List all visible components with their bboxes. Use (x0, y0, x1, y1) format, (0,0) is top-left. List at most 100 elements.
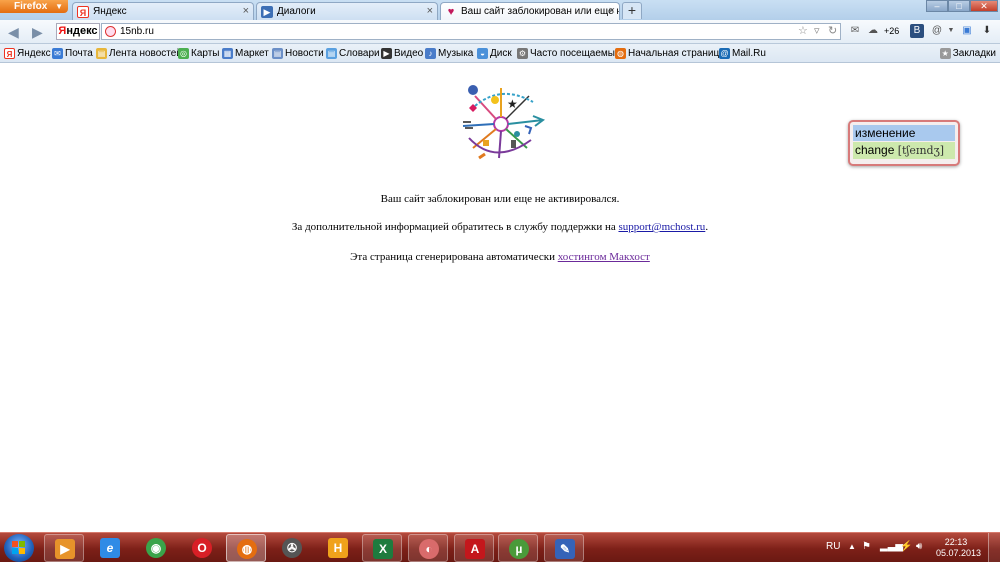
translator-popup[interactable]: изменение change [tʃeɪndʒ] (848, 120, 960, 166)
bookmark-start-page[interactable]: ◍ Начальная страница (615, 47, 725, 61)
disk-icon: ◒ (477, 48, 488, 59)
addon-icon[interactable]: ▣ (960, 24, 974, 38)
bookmark-video[interactable]: ▶ Видео (381, 47, 423, 61)
bookmark-label: Словари (339, 48, 380, 59)
translation-result: change [tʃeɪndʒ] (853, 142, 955, 159)
weather-icon[interactable]: ☁ (866, 24, 880, 38)
bookmark-label: Диск (490, 48, 512, 59)
mail-icon[interactable]: ✉ (848, 24, 862, 38)
bookmark-music[interactable]: ♪ Музыка (425, 47, 473, 61)
at-icon[interactable]: @ (930, 24, 944, 38)
forward-button[interactable]: ▶ (32, 24, 43, 40)
blocked-message: Ваш сайт заблокирован или еще не активир… (380, 193, 620, 205)
bookmark-label: Часто посещаемые (530, 48, 621, 59)
close-icon[interactable]: × (243, 3, 249, 20)
taskbar-firefox[interactable]: ◍ (226, 534, 266, 562)
maximize-button[interactable]: □ (948, 0, 970, 12)
yandex-search-badge[interactable]: Яндекс (56, 23, 100, 40)
heart-icon: ♥ (447, 6, 455, 18)
url-text: 15nb.ru (120, 26, 154, 37)
start-button[interactable] (4, 534, 34, 562)
bookmark-market[interactable]: ▦ Маркет (222, 47, 269, 61)
translation-source-word: изменение (853, 125, 955, 141)
download-icon[interactable]: ⬇ (980, 24, 994, 38)
taskbar-opera[interactable]: O (182, 534, 222, 562)
bookmark-mailru[interactable]: @ Mail.Ru (719, 47, 766, 61)
language-indicator[interactable]: RU (826, 541, 840, 553)
support-info-text: За дополнительной информацией обратитесь… (291, 221, 619, 233)
clock-time: 22:13 (944, 537, 968, 547)
tab-label: Ваш сайт заблокирован или еще не... (461, 6, 620, 17)
back-button[interactable]: ◀ (8, 24, 19, 40)
bookmark-label: Новости (285, 48, 324, 59)
power-icon[interactable]: ⚡ (900, 541, 912, 553)
system-clock[interactable]: 22:13 05.07.2013 (936, 537, 981, 559)
bookmark-label: Лента новостей (109, 48, 182, 59)
bookmark-most-visited[interactable]: ⚙ Часто посещаемые (517, 47, 621, 61)
taskbar-excel[interactable]: X (362, 534, 402, 562)
bookmark-dictionaries[interactable]: ▤ Словари (326, 47, 380, 61)
bookmark-disk[interactable]: ◒ Диск (477, 47, 512, 61)
bookmark-news-feed[interactable]: ▤ Лента новостей (96, 47, 182, 61)
address-bar[interactable]: 15nb.ru (101, 23, 841, 40)
new-tab-button[interactable]: + (622, 2, 642, 19)
bookmark-news[interactable]: ▤ Новости (272, 47, 324, 61)
chevron-down-icon: ▼ (55, 2, 63, 11)
close-icon[interactable]: × (609, 3, 615, 20)
firefox-menu-label: Firefox (14, 1, 48, 12)
taskbar-video-editor[interactable]: ✇ (272, 534, 312, 562)
hosting-link[interactable]: хостингом Макхост (558, 251, 650, 263)
support-email-link[interactable]: support@mchost.ru (618, 221, 705, 233)
firefox-menu-button[interactable]: Firefox ▼ (0, 0, 68, 13)
taskbar-chrome[interactable]: ◉ (136, 534, 176, 562)
video-editor-icon: ✇ (282, 538, 302, 558)
taskbar-acrobat[interactable]: A (454, 534, 494, 562)
taskbar-pen-tool[interactable]: ✎ (544, 534, 584, 562)
minimize-button[interactable]: – (926, 0, 948, 12)
bookmark-star-icon[interactable]: ☆ (798, 24, 808, 38)
bookmarks-menu-button[interactable]: ★ Закладки (939, 47, 996, 61)
taskbar-opera-mail[interactable]: ◐ (408, 534, 448, 562)
bookmark-label: Карты (191, 48, 220, 59)
bookmark-label: Музыка (438, 48, 474, 59)
bookmark-label: Почта (65, 48, 93, 59)
taskbar-utorrent[interactable]: µ (498, 534, 538, 562)
yandex-icon: Я (77, 6, 89, 18)
taskbar-internet-explorer[interactable]: e (90, 534, 130, 562)
mailru-icon: @ (719, 48, 730, 59)
translation-word: change (855, 143, 895, 157)
generated-by-text: Эта страница сгенерирована автоматически (350, 251, 558, 263)
bookmark-mail[interactable]: ✉ Почта (52, 47, 93, 61)
opera-mail-icon: ◐ (419, 539, 439, 559)
taskbar-hotspot[interactable]: H (318, 534, 358, 562)
bookmark-yandex[interactable]: Я Яндекс (4, 47, 51, 61)
tab-yandex[interactable]: Я Яндекс × (72, 2, 254, 20)
volume-icon[interactable]: 🔊︎ (916, 541, 922, 553)
tab-blocked-site[interactable]: ♥ Ваш сайт заблокирован или еще не... × (440, 2, 620, 20)
bookmarks-icon: ★ (939, 48, 951, 59)
support-info-suffix: . (705, 221, 709, 233)
bookmark-maps[interactable]: ◎ Карты (178, 47, 220, 61)
show-desktop-button[interactable] (988, 533, 1000, 563)
firefox-icon: ◍ (615, 48, 626, 59)
dropdown-icon[interactable]: ▿ (814, 24, 820, 38)
tab-label: Яндекс (93, 6, 127, 17)
taskbar-media-player[interactable]: ▶ (44, 534, 84, 562)
reload-icon[interactable]: ↻ (828, 24, 837, 38)
chevron-down-icon[interactable]: ▼ (944, 24, 958, 38)
tab-dialogs[interactable]: ▶ Диалоги × (256, 2, 438, 20)
action-center-flag-icon[interactable]: ⚑ (862, 541, 871, 553)
vk-icon[interactable]: В (910, 24, 924, 38)
acrobat-icon: A (465, 539, 485, 559)
bookmarks-menu-label: Закладки (952, 48, 996, 59)
page-content: ★ Ваш сайт заблокирован или еще не актив… (0, 64, 1000, 532)
site-icon (105, 26, 116, 37)
close-icon[interactable]: × (427, 3, 433, 20)
show-hidden-icons-button[interactable]: ▲ (848, 541, 856, 553)
bookmark-label: Маркет (235, 48, 269, 59)
bookmarks-toolbar: Я Яндекс ✉ Почта ▤ Лента новостей ◎ Карт… (0, 44, 1000, 63)
navigation-bar: ◀ ▶ Яндекс 15nb.ru ☆ ▿ ↻ ✉ ☁ +26 В @ ▼ ▣… (0, 20, 1000, 44)
support-info-line: За дополнительной информацией обратитесь… (0, 221, 1000, 233)
close-window-button[interactable]: ✕ (970, 0, 998, 12)
bookmark-label: Яндекс (17, 48, 51, 59)
